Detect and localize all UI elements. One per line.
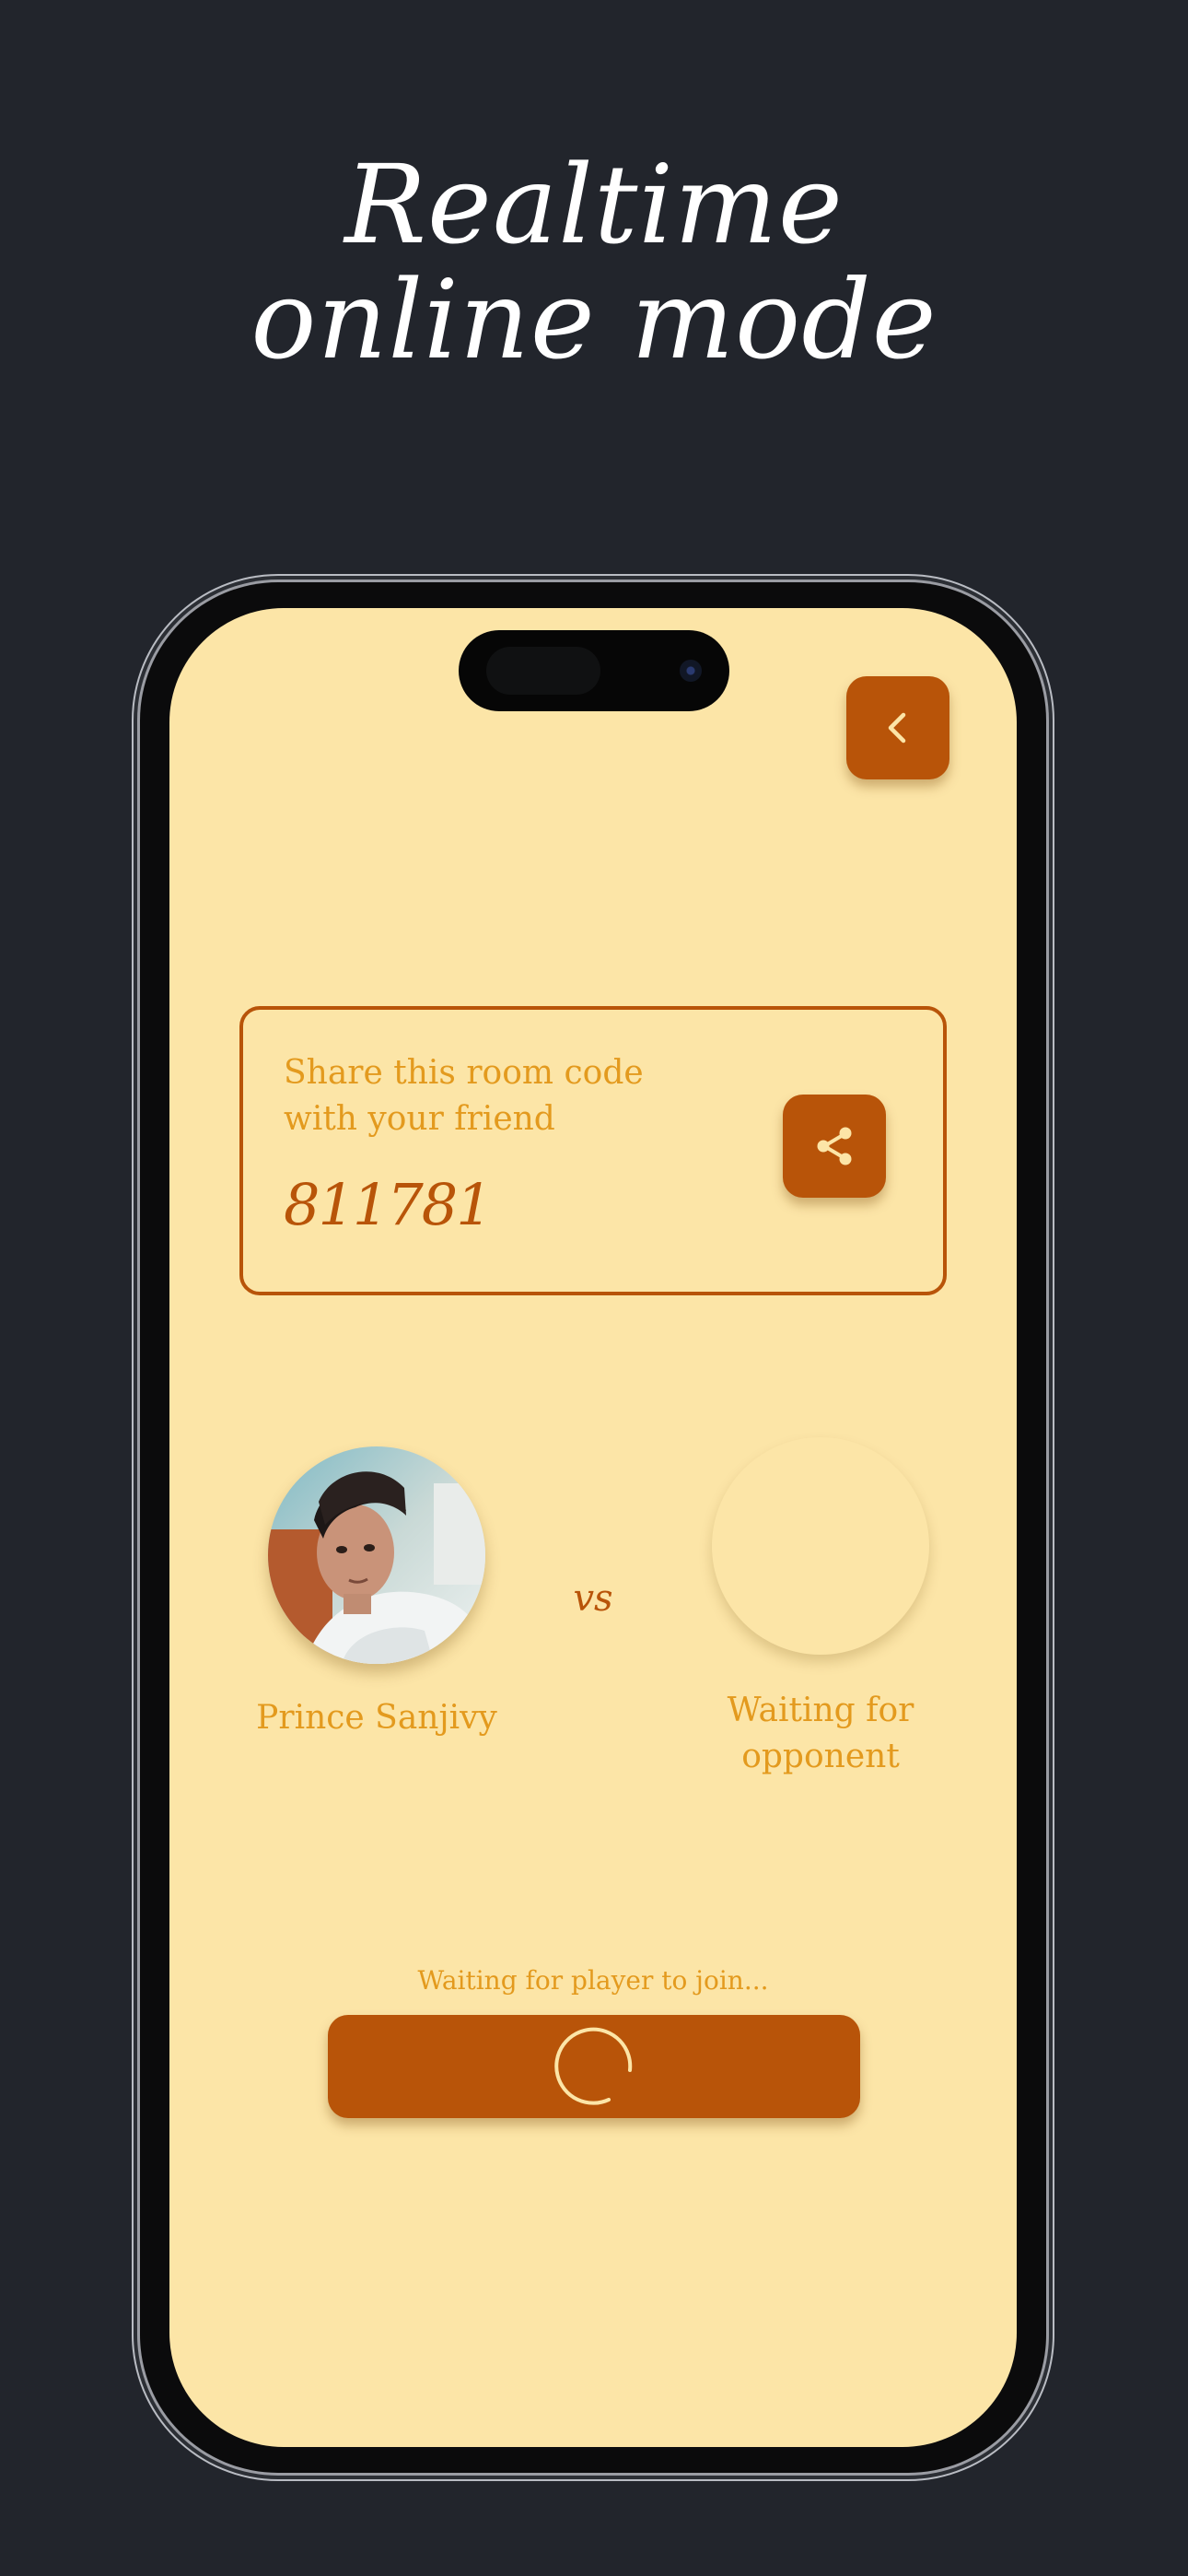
phone-screen: Share this room code with your friend 81… [169,608,1017,2447]
headline-line-2: online mode [250,256,938,383]
player-name: Prince Sanjivy [256,1699,497,1737]
player-avatar [268,1446,485,1664]
dynamic-island [459,630,729,711]
face-id-sensor [486,647,600,695]
front-camera [680,660,702,682]
share-icon [817,1127,852,1165]
device-volume-down-button [134,1225,140,1345]
opponent-avatar-placeholder [712,1437,929,1655]
waiting-status-text: Waiting for player to join... [417,1965,769,1996]
share-room-code-button[interactable] [783,1095,886,1198]
room-code-prompt-line-1: Share this room code [284,1054,644,1092]
versus-label: vs [573,1577,613,1620]
device-volume-up-button [134,1060,140,1179]
room-code-value: 811781 [284,1171,493,1238]
room-code-prompt-line-2: with your friend [284,1100,555,1138]
opponent-status: Waiting for opponent [658,1688,984,1780]
back-button[interactable] [846,676,949,779]
loading-spinner-icon [554,2027,633,2105]
opponent-status-line-2: opponent [741,1738,900,1775]
headline-line-1: Realtime [344,141,844,268]
room-code-prompt: Share this room code with your friend [284,1050,670,1142]
device-action-button [134,931,140,993]
chevron-left-icon [888,712,906,744]
promo-headline: Realtime online mode [0,147,1188,378]
room-code-card: Share this room code with your friend 81… [239,1006,947,1295]
device-power-button [1046,1152,1053,1345]
loading-button[interactable] [328,2015,860,2118]
opponent-status-line-1: Waiting for [727,1692,914,1729]
